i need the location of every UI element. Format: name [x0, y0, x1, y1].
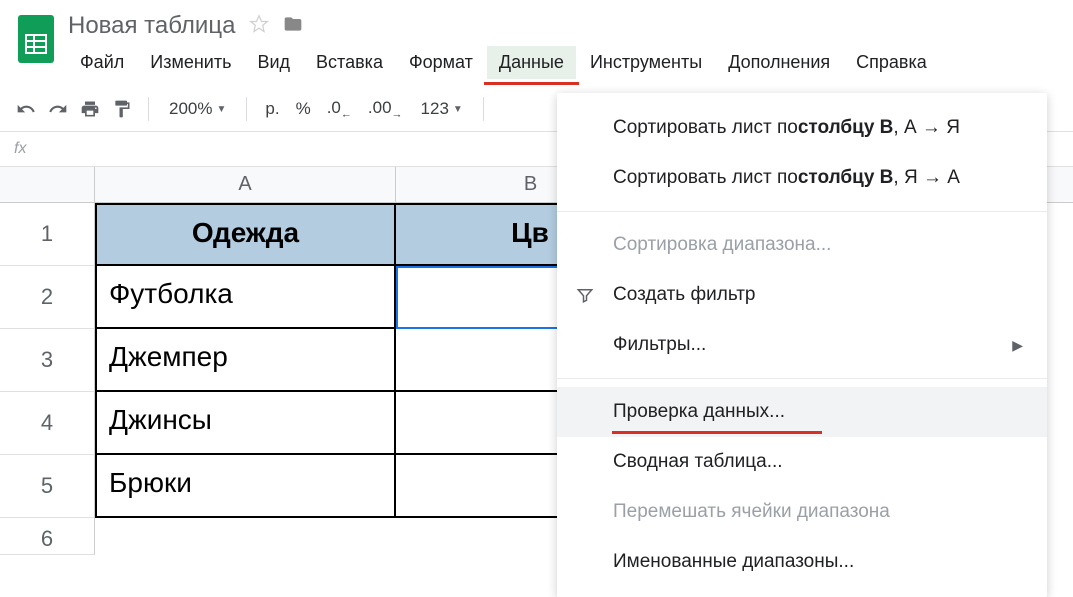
menu-format[interactable]: Формат: [397, 46, 485, 79]
paint-format-icon[interactable]: [110, 97, 134, 121]
menu-insert[interactable]: Вставка: [304, 46, 395, 79]
zoom-value: 200%: [169, 99, 212, 119]
decrease-decimal-button[interactable]: .0←: [323, 98, 356, 120]
menu-text: Сортировать лист по: [613, 117, 798, 139]
menu-help[interactable]: Справка: [844, 46, 939, 79]
menu-divider: [557, 211, 1047, 212]
row-header-3[interactable]: 3: [0, 329, 95, 392]
menu-text: Создать фильтр: [613, 284, 756, 306]
row-header-1[interactable]: 1: [0, 203, 95, 266]
data-menu-dropdown: Сортировать лист по столбцу B, А → Я Сор…: [557, 93, 1047, 597]
menu-text: , А → Я: [893, 117, 960, 139]
decimal-label: .0: [327, 98, 341, 117]
row-header-2[interactable]: 2: [0, 266, 95, 329]
decimal-label: .00: [368, 98, 392, 117]
row-header-4[interactable]: 4: [0, 392, 95, 455]
row-header-6[interactable]: 6: [0, 518, 95, 555]
menu-pivot-table[interactable]: Сводная таблица...: [557, 437, 1047, 487]
folder-icon[interactable]: [283, 14, 303, 39]
menu-divider: [557, 378, 1047, 379]
cell-a1[interactable]: Одежда: [95, 203, 396, 266]
menu-sort-range: Сортировка диапазона...: [557, 220, 1047, 270]
menu-text: , Я → А: [893, 167, 960, 189]
redo-icon[interactable]: [46, 97, 70, 121]
print-icon[interactable]: [78, 97, 102, 121]
row-header-5[interactable]: 5: [0, 455, 95, 518]
cell-a2[interactable]: Футболка: [95, 266, 396, 329]
currency-button[interactable]: р.: [261, 99, 283, 119]
menu-named-ranges[interactable]: Именованные диапазоны...: [557, 537, 1047, 587]
increase-decimal-button[interactable]: .00→: [364, 98, 407, 120]
menu-sort-asc[interactable]: Сортировать лист по столбцу B, А → Я: [557, 103, 1047, 153]
menu-view[interactable]: Вид: [245, 46, 302, 79]
chevron-right-icon: ▶: [1012, 337, 1023, 354]
column-header-a[interactable]: A: [95, 167, 396, 202]
menu-sort-desc[interactable]: Сортировать лист по столбцу B, Я → А: [557, 153, 1047, 203]
menu-addons[interactable]: Дополнения: [716, 46, 842, 79]
sheets-logo[interactable]: [16, 12, 56, 66]
menu-data-validation[interactable]: Проверка данных...: [557, 387, 1047, 437]
menu-text: Фильтры...: [613, 334, 706, 356]
menu-text-bold: столбцу B: [798, 167, 894, 189]
menu-shuffle-range: Перемешать ячейки диапазона: [557, 487, 1047, 537]
menu-file[interactable]: Файл: [68, 46, 136, 79]
document-title[interactable]: Новая таблица: [68, 12, 235, 40]
more-formats-button[interactable]: 123 ▼: [415, 97, 469, 121]
zoom-control[interactable]: 200% ▼: [163, 97, 232, 121]
menu-filters[interactable]: Фильтры... ▶: [557, 320, 1047, 370]
menu-text: Сортировать лист по: [613, 167, 798, 189]
menu-data[interactable]: Данные: [487, 46, 576, 79]
menu-text-bold: столбцу B: [798, 117, 894, 139]
chevron-down-icon: ▼: [453, 104, 463, 115]
menu-bar: Файл Изменить Вид Вставка Формат Данные …: [68, 46, 1057, 79]
undo-icon[interactable]: [14, 97, 38, 121]
menu-create-filter[interactable]: Создать фильтр: [557, 270, 1047, 320]
menu-tools[interactable]: Инструменты: [578, 46, 714, 79]
cell-a3[interactable]: Джемпер: [95, 329, 396, 392]
filter-icon: [575, 285, 595, 305]
star-icon[interactable]: [249, 14, 269, 39]
cell-a5[interactable]: Брюки: [95, 455, 396, 518]
format-label: 123: [421, 99, 449, 119]
menu-edit[interactable]: Изменить: [138, 46, 243, 79]
fx-label: fx: [14, 140, 26, 158]
chevron-down-icon: ▼: [216, 104, 226, 115]
select-all-corner[interactable]: [0, 167, 95, 202]
percent-button[interactable]: %: [292, 99, 315, 119]
cell-a4[interactable]: Джинсы: [95, 392, 396, 455]
